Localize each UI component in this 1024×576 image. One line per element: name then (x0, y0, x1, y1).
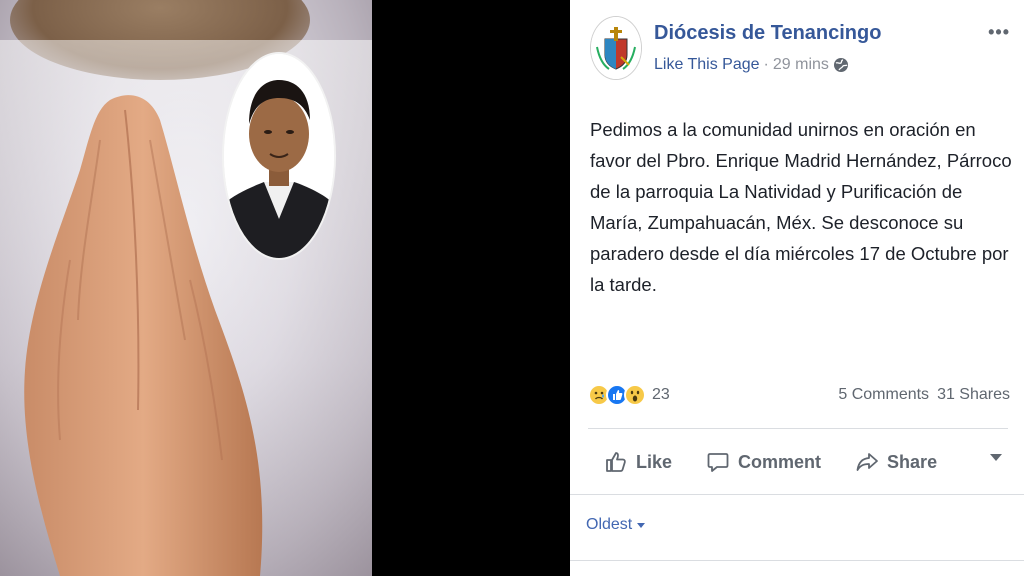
comment-button[interactable]: Comment (706, 450, 821, 474)
caret-down-icon (637, 522, 646, 528)
wow-reaction-icon (624, 384, 646, 406)
divider (570, 560, 1024, 561)
shares-count-link[interactable]: 31 Shares (937, 386, 1010, 403)
post-meta: Like This Page · 29 mins (654, 56, 849, 74)
post-text: Pedimos a la comunidad unirnos en oració… (590, 119, 1012, 295)
facebook-post: Diócesis de Tenancingo Like This Page · … (570, 0, 1024, 576)
like-button-label: Like (636, 451, 673, 472)
comment-button-label: Comment (738, 451, 822, 472)
meta-separator: · (763, 56, 769, 73)
priest-portrait-photo (222, 52, 336, 260)
comment-sort-dropdown[interactable]: Oldest (586, 516, 646, 534)
comments-count-link[interactable]: 5 Comments (838, 386, 929, 403)
share-button-label: Share (887, 451, 938, 472)
comment-bubble-icon (707, 453, 729, 472)
post-timestamp[interactable]: 29 mins (773, 56, 829, 74)
globe-icon[interactable] (833, 57, 849, 73)
more-options-icon[interactable]: ••• (988, 22, 1010, 43)
post-actions-bar: Like Comment Share (588, 440, 1008, 484)
comment-sort-label: Oldest (586, 516, 633, 533)
like-this-page-link[interactable]: Like This Page (654, 56, 760, 74)
chevron-down-icon[interactable] (990, 454, 1002, 461)
reactions-summary[interactable]: 23 (588, 384, 670, 406)
reaction-count[interactable]: 23 (652, 386, 670, 404)
post-image-praying-hands[interactable] (0, 0, 372, 576)
divider (588, 428, 1008, 429)
page-name-link[interactable]: Diócesis de Tenancingo (654, 22, 881, 45)
share-button[interactable]: Share (855, 450, 937, 474)
engagement-stats: 5 Comments 31 Shares (838, 386, 1010, 404)
divider (570, 494, 1024, 495)
page-avatar-diocese-logo[interactable] (590, 16, 642, 80)
thumbs-up-icon (606, 452, 626, 472)
share-arrow-icon (856, 453, 878, 471)
like-button[interactable]: Like (604, 450, 672, 474)
black-gap (372, 0, 570, 576)
